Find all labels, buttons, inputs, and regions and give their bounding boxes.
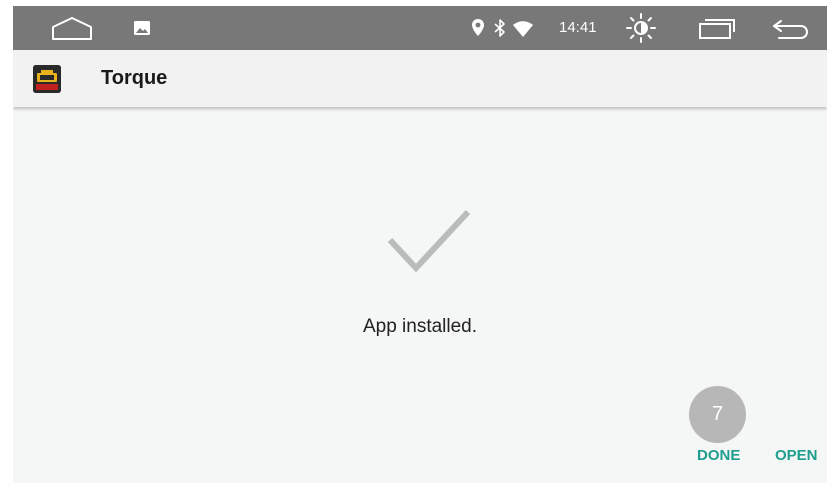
home-icon[interactable] <box>47 14 97 42</box>
torque-app-icon <box>33 65 61 93</box>
app-title: Torque <box>101 67 168 89</box>
clock-time: 14:41 <box>559 19 597 36</box>
gallery-icon <box>133 19 151 37</box>
wifi-icon <box>512 20 534 38</box>
checkmark-icon <box>387 206 471 276</box>
back-icon[interactable] <box>771 17 811 41</box>
location-icon <box>471 18 485 38</box>
open-button[interactable]: OPEN <box>775 446 818 466</box>
install-status-message: App installed. <box>362 316 478 337</box>
recents-icon[interactable] <box>697 18 737 40</box>
brightness-icon[interactable] <box>625 12 657 44</box>
done-button[interactable]: DONE <box>697 446 740 466</box>
screen: 14:41 Torque App installed. 7 DONE OPEN <box>13 6 827 483</box>
app-header: Torque <box>13 50 827 107</box>
bluetooth-icon <box>493 18 507 38</box>
countdown-badge: 7 <box>689 386 746 443</box>
status-bar: 14:41 <box>13 6 827 50</box>
